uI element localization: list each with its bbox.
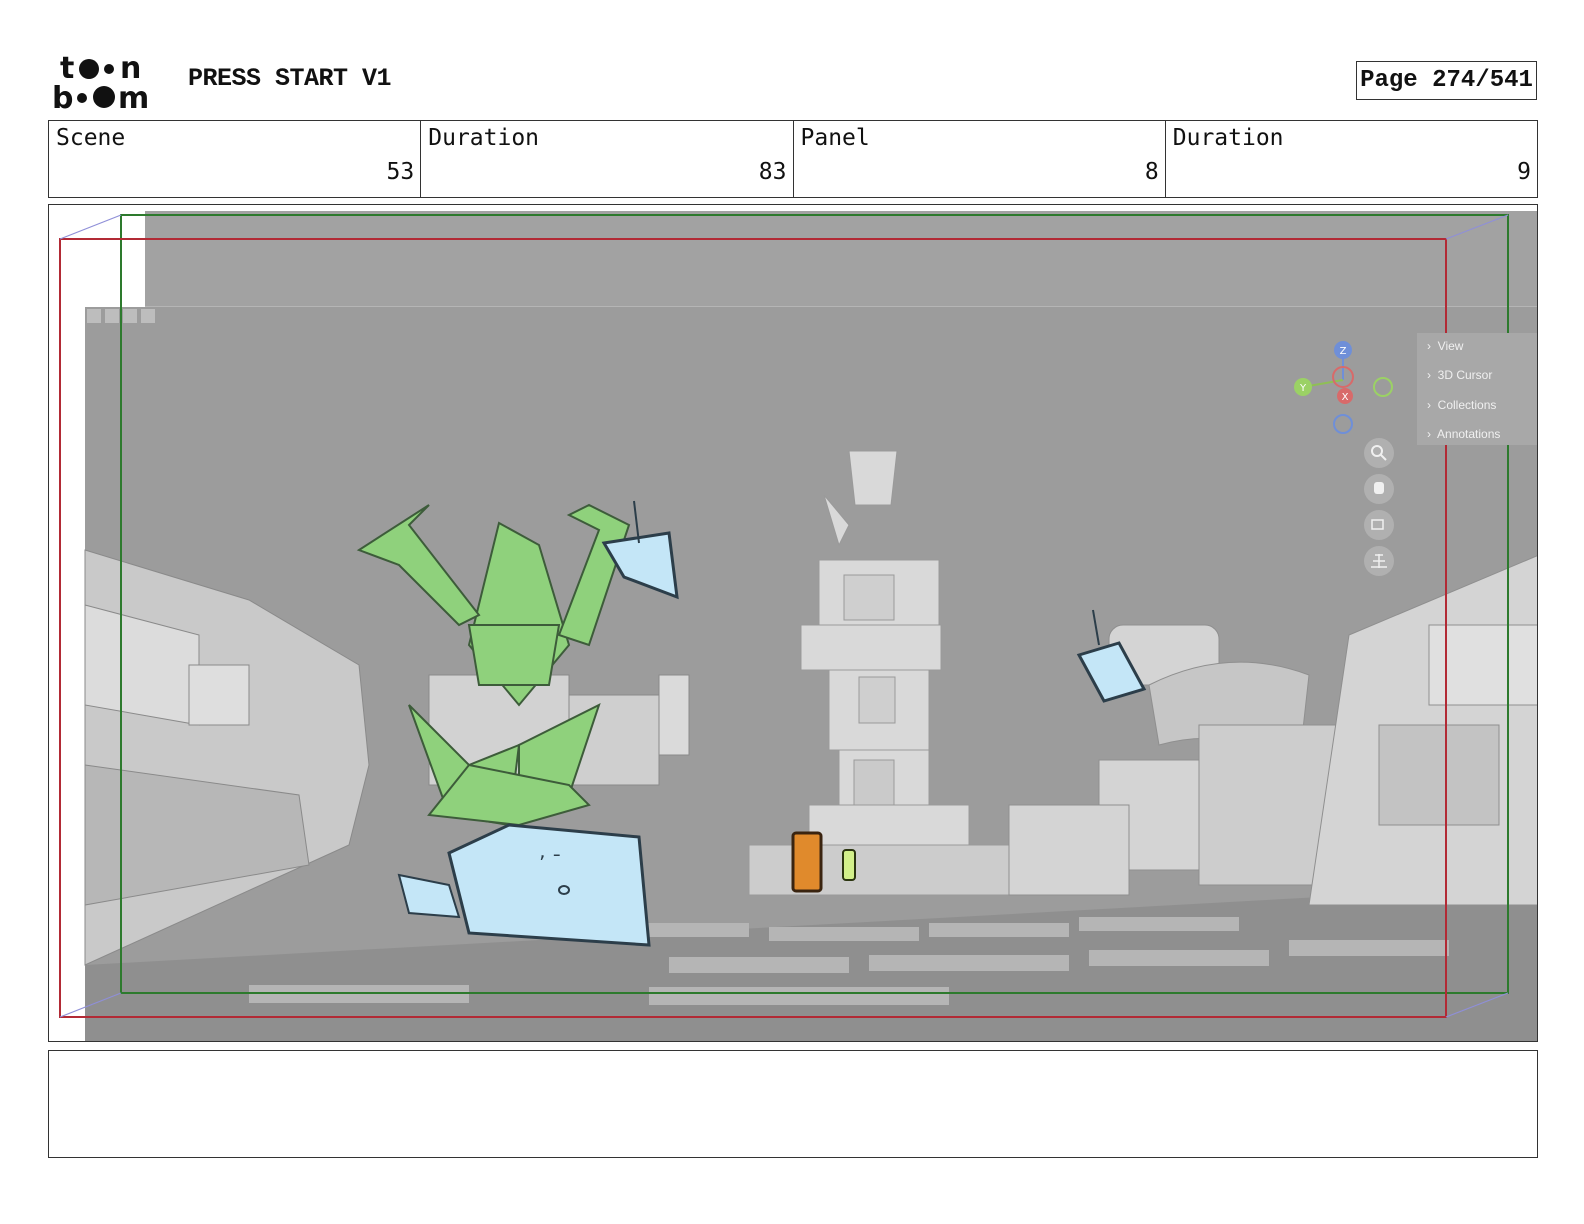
scene-duration-label: Duration [428, 125, 540, 151]
yellow-character [842, 849, 856, 881]
project-title: PRESS START V1 [188, 64, 392, 93]
sidebar-tab-label: 3D Cursor [1437, 368, 1493, 382]
gizmo-y-label: Y [1299, 383, 1307, 394]
camera-icon [1364, 510, 1394, 540]
panel-duration-value: 9 [1517, 159, 1531, 185]
viewport-toolbar-icon [123, 309, 137, 323]
panel-duration-label: Duration [1172, 125, 1284, 151]
svg-text:b: b [52, 81, 73, 112]
viewport-header-area [145, 211, 1537, 307]
svg-text:ʼ ˉ: ʼ ˉ [539, 851, 562, 875]
panel-artwork: ʼ ˉ Z Y X [59, 211, 1537, 1041]
sidebar-tab-3d-cursor[interactable]: › 3D Cursor [1427, 368, 1492, 382]
sidebar-tab-label: View [1437, 339, 1464, 353]
gizmo-x-label: X [1342, 392, 1349, 403]
gizmo-z-label: Z [1340, 346, 1347, 357]
panel-label: Panel [800, 125, 870, 151]
orange-character [791, 831, 823, 893]
toon-boom-logo: t n b m [52, 51, 149, 112]
viewport-toolbar-icon [87, 309, 101, 323]
sidebar-tab-label: Collections [1437, 398, 1497, 412]
viewport-toolbar-icon [141, 309, 155, 323]
panel-value: 8 [1144, 159, 1159, 185]
sidebar-tab-collections[interactable]: › Collections [1427, 398, 1496, 412]
sidebar-tab-annotations[interactable]: › Annotations [1427, 427, 1500, 441]
scene-cell: Scene 53 [49, 121, 422, 197]
panel-cell: Panel 8 [794, 121, 1166, 197]
scene-info-table: Scene 53 Duration 83 Panel 8 Duration 9 [48, 120, 1538, 198]
svg-text:m: m [118, 81, 149, 112]
storyboard-panel: ʼ ˉ Z Y X › View › 3D Cursor › Collectio… [48, 204, 1538, 1042]
scene-duration-value: 83 [758, 159, 787, 185]
panel-duration-cell: Duration 9 [1166, 121, 1537, 197]
scene-label: Scene [56, 125, 126, 151]
sidebar-tab-label: Annotations [1437, 427, 1501, 441]
zoom-icon [1364, 438, 1394, 468]
page-number: Page 274/541 [1356, 61, 1537, 100]
scene-duration-cell: Duration 83 [421, 121, 794, 197]
panel-notes[interactable] [48, 1050, 1538, 1158]
sidebar-tab-view[interactable]: › View [1427, 339, 1463, 353]
viewport-toolbar-icon [105, 309, 119, 323]
scene-value: 53 [386, 159, 415, 185]
